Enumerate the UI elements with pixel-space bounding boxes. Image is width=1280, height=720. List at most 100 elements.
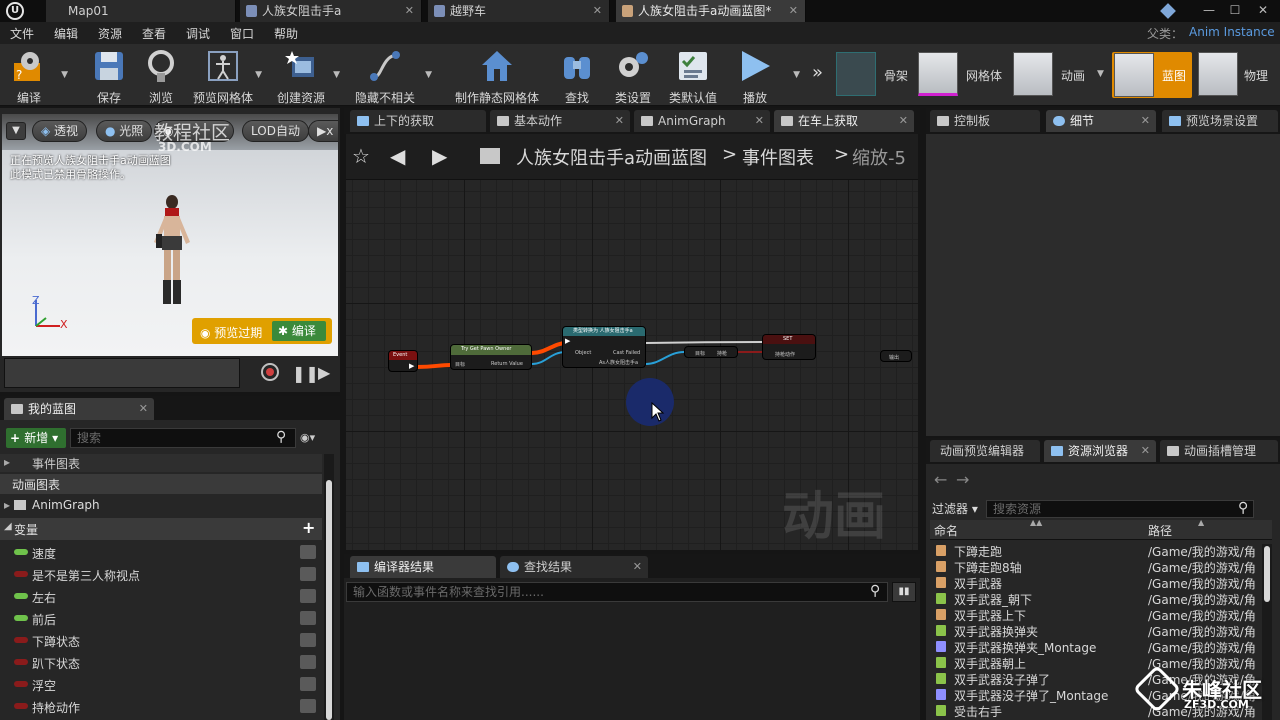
mode-mesh[interactable]: 网格体 <box>918 52 1008 98</box>
timeline-scrubber[interactable] <box>4 358 240 388</box>
graph-tab-0[interactable]: 上下的获取 <box>350 110 486 132</box>
perspective-button[interactable]: ◈ 透视 <box>32 120 88 142</box>
parent-class-link[interactable]: Anim Instance <box>1189 25 1275 39</box>
chevron-down-icon[interactable]: ▼ <box>793 70 800 80</box>
menu-help[interactable]: 帮助 <box>274 25 298 42</box>
graph-node-event[interactable]: Event ▶ <box>388 350 418 372</box>
tab-find-results[interactable]: 查找结果 ✕ <box>500 556 648 578</box>
forward-arrow-icon[interactable]: → <box>956 470 969 489</box>
search-icon[interactable]: ⚲ <box>1238 500 1248 516</box>
variable-row[interactable]: 前后 <box>0 608 320 630</box>
graph-node-set[interactable]: SET 持枪动作 <box>762 334 816 360</box>
back-arrow-icon[interactable]: ← <box>934 470 947 489</box>
asset-row[interactable]: 双手武器_朝下/Game/我的游戏/角 <box>926 590 1256 607</box>
event-graph-canvas[interactable]: Event ▶ Try Get Pawn Owner 目标 Return Val… <box>346 180 918 550</box>
close-icon[interactable]: ✕ <box>139 398 148 420</box>
view-options-icon[interactable]: ◉▾ <box>300 431 315 444</box>
asset-row[interactable]: 双手武器上下/Game/我的游戏/角 <box>926 606 1256 623</box>
sort-icon[interactable]: ▲▲ <box>1030 518 1042 527</box>
asset-row[interactable]: 下蹲走跑/Game/我的游戏/角 <box>926 542 1256 559</box>
node-pin-as[interactable]: As人族女阻击手a <box>599 359 638 366</box>
blueprint-search-input[interactable]: 搜索 <box>70 428 296 448</box>
close-icon[interactable]: ✕ <box>1141 110 1150 132</box>
exec-pin[interactable]: ▶ <box>409 362 414 370</box>
mode-animation[interactable]: 动画 ▼ <box>1013 52 1109 98</box>
create-asset-button[interactable]: 创建资源 ▼ <box>268 46 340 105</box>
variable-row[interactable]: 持枪动作 <box>0 696 320 718</box>
expand-arrow-icon[interactable]: ▸ <box>4 498 10 512</box>
mode-skeleton[interactable]: 骨架 <box>836 52 912 98</box>
variables-header[interactable] <box>0 518 322 540</box>
graph-node-try-get-pawn-owner[interactable]: Try Get Pawn Owner 目标 Return Value <box>450 344 532 370</box>
tab-content-browser[interactable]: 资源浏览器 ✕ <box>1044 440 1156 462</box>
exec-pin[interactable]: ▶ <box>565 337 570 345</box>
play-button[interactable]: 播放 ▼ <box>722 46 800 105</box>
search-icon[interactable]: ⚲ <box>276 429 286 445</box>
graph-tab-3[interactable]: 在车上获取 ✕ <box>774 110 914 132</box>
graph-node-get[interactable]: 目标 持枪 <box>684 346 738 358</box>
column-path-header[interactable]: 路径 <box>1148 522 1172 539</box>
anim-graph-item[interactable]: AnimGraph <box>32 498 100 512</box>
menu-debug[interactable]: 调试 <box>186 25 210 42</box>
node-pin-set[interactable]: 持枪动作 <box>775 351 795 358</box>
viewport-options-icon[interactable]: ▼ <box>6 122 26 140</box>
tab-my-blueprint[interactable]: 我的蓝图 ✕ <box>4 398 154 420</box>
graph-node-output[interactable]: 输出 <box>880 350 912 362</box>
menu-asset[interactable]: 资源 <box>98 25 122 42</box>
chevron-down-icon[interactable]: ▼ <box>333 70 340 80</box>
eye-closed-icon[interactable] <box>300 589 316 603</box>
variable-row[interactable]: 浮空 <box>0 674 320 696</box>
variable-row[interactable]: 是不是第三人称视点 <box>0 564 320 586</box>
variable-row[interactable]: 速度 <box>0 542 320 564</box>
asset-row[interactable]: 双手武器朝上/Game/我的游戏/角 <box>926 654 1256 671</box>
mode-blueprint[interactable]: 蓝图 <box>1112 52 1192 98</box>
eye-closed-icon[interactable] <box>300 655 316 669</box>
scrollbar-thumb[interactable] <box>326 480 332 720</box>
add-variable-icon[interactable]: + <box>302 518 315 537</box>
doc-tab-map01[interactable]: Map01 <box>46 0 236 22</box>
doc-tab-vehicle[interactable]: 越野车 ✕ <box>428 0 610 22</box>
chevron-down-icon[interactable]: ▼ <box>1097 69 1104 79</box>
tab-palette[interactable]: 控制板 <box>930 110 1040 132</box>
menu-edit[interactable]: 编辑 <box>54 25 78 42</box>
collapse-arrow-icon[interactable]: ◢ <box>4 521 12 532</box>
make-static-mesh-button[interactable]: 制作静态网格体 <box>455 46 539 105</box>
asset-row[interactable]: 下蹲走跑8轴/Game/我的游戏/角 <box>926 558 1256 575</box>
close-icon[interactable]: ✕ <box>405 0 414 22</box>
hide-unrelated-button[interactable]: 隐藏不相关 ▼ <box>352 46 432 105</box>
close-icon[interactable]: ✕ <box>1141 440 1150 462</box>
expand-arrow-icon[interactable]: ▸ <box>4 455 10 469</box>
chevron-down-icon[interactable]: ▼ <box>425 70 432 80</box>
viewport-compile-button[interactable]: ✱ 编译 <box>272 321 326 341</box>
node-pin-value[interactable]: 持枪 <box>717 350 727 357</box>
node-pin-cast-failed[interactable]: Cast Failed <box>613 350 640 356</box>
breadcrumb-event-graph[interactable]: 事件图表 <box>742 144 814 170</box>
tab-anim-preview-editor[interactable]: 动画预览编辑器 <box>930 440 1040 462</box>
node-pin-return[interactable]: Return Value <box>491 361 523 367</box>
variable-row[interactable]: 下蹲状态 <box>0 630 320 652</box>
doc-tab-anim-blueprint[interactable]: 人族女阻击手a动画蓝图* ✕ <box>616 0 806 22</box>
tab-preview-scene[interactable]: 预览场景设置 <box>1162 110 1278 132</box>
asset-search-input[interactable]: 搜索资源 <box>986 500 1254 518</box>
add-new-button[interactable]: + 新增 ▾ <box>6 428 66 448</box>
filter-button[interactable]: 过滤器 ▾ <box>932 500 978 517</box>
asset-row[interactable]: 双手武器/Game/我的游戏/角 <box>926 574 1256 591</box>
close-window-icon[interactable]: ✕ <box>1250 0 1276 22</box>
graph-tab-2[interactable]: AnimGraph ✕ <box>634 110 770 132</box>
node-pin-target[interactable]: 目标 <box>695 350 705 357</box>
graph-tab-1[interactable]: 基本动作 ✕ <box>490 110 630 132</box>
compile-button[interactable]: ? 编译 ▼ <box>0 46 68 105</box>
close-icon[interactable]: ✕ <box>615 110 624 132</box>
menu-file[interactable]: 文件 <box>10 25 34 42</box>
lighting-button[interactable]: ● 光照 <box>96 120 153 142</box>
menu-window[interactable]: 窗口 <box>230 25 254 42</box>
source-control-icon[interactable] <box>1160 3 1176 19</box>
preview-mesh-button[interactable]: 预览网格体 ▼ <box>190 46 262 105</box>
back-arrow-icon[interactable]: ◀ <box>390 144 405 168</box>
eye-closed-icon[interactable] <box>300 633 316 647</box>
playback-speed-button[interactable]: ▶x <box>308 120 338 142</box>
asset-row[interactable]: 双手武器换弹夹/Game/我的游戏/角 <box>926 622 1256 639</box>
record-button[interactable] <box>261 363 279 381</box>
chevron-down-icon[interactable]: ▼ <box>61 70 68 80</box>
favorite-star-icon[interactable]: ☆ <box>352 144 370 168</box>
